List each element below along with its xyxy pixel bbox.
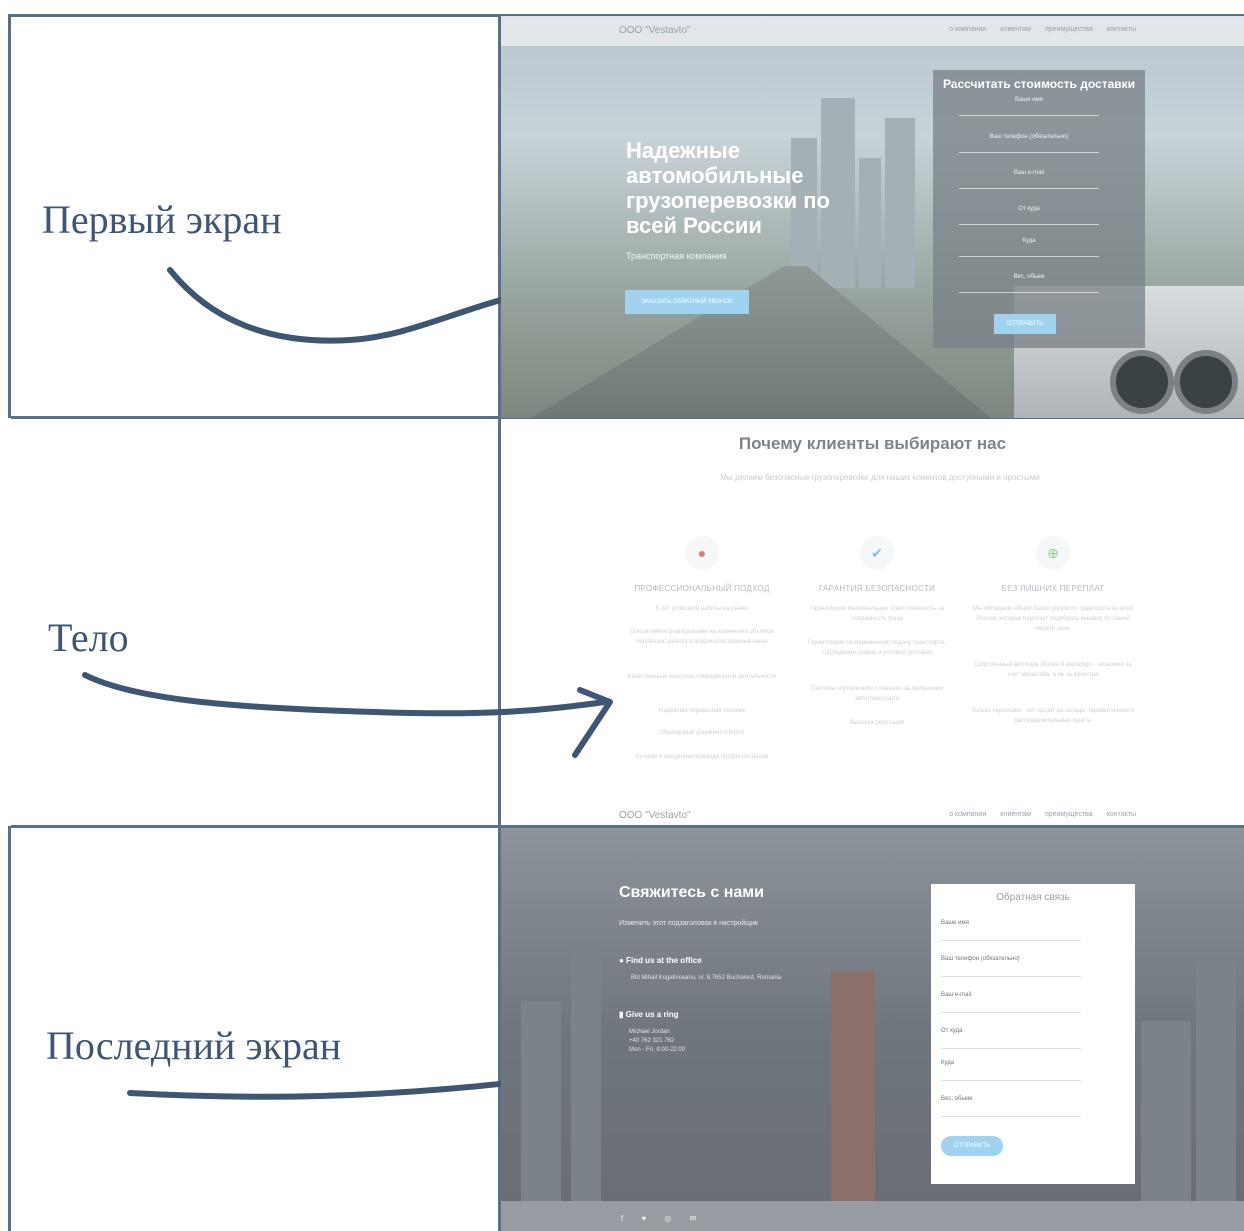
form-title: Рассчитать стоимость доставки [942,77,1136,91]
city-building [831,971,875,1201]
nav-item-about[interactable]: о компании [949,811,986,818]
footer: f ♥ ◎ ✉ [501,1201,1244,1231]
from-field[interactable]: От куда [959,206,1099,225]
phone-field[interactable]: Ваш телефон (обязательно) [959,134,1099,153]
to-field[interactable]: Куда [959,238,1099,257]
label-first-screen: Первый экран [42,197,282,242]
phone-field[interactable]: Ваш телефон (обязательно) [941,956,1081,977]
why-title: Почему клиенты выбирают нас [738,434,1007,453]
feature-line: Гарантируем материальную ответственность… [810,606,944,622]
city-building [1196,961,1236,1201]
contact-phone: +40 762 321 762 [629,1038,675,1044]
from-field[interactable]: От куда [941,1028,1081,1049]
nav-item-advantages[interactable]: преимущества [1045,26,1093,33]
brand-logo[interactable]: ООО "Vestavto" [619,810,691,821]
email-field[interactable]: Ваш e-mail [959,170,1099,189]
nav-menu: о компании клиентам преимущества контакт… [949,811,1136,818]
delivery-cost-form: Рассчитать стоимость доставки Ваше имя В… [933,70,1145,348]
submit-button[interactable]: ОТПРАВИТЬ [994,314,1056,334]
nav-item-contacts[interactable]: контакты [1107,26,1136,33]
feature-line: Гарантируем своевременную подачу транспо… [808,640,946,656]
ring-heading: ▮ Give us a ring [619,1010,679,1019]
name-field[interactable]: Ваше имя [959,97,1099,116]
column-heading: БЕЗ ЛИШНИХ ПЕРЕПЛАТ [1001,584,1105,593]
chat-icon: ● [685,536,719,570]
nav-item-contacts[interactable]: контакты [1107,811,1136,818]
name-field[interactable]: Ваше имя [941,920,1081,941]
to-field[interactable]: Куда [941,1060,1081,1081]
city-building [1141,1021,1191,1201]
nav-item-clients[interactable]: клиентам [1000,26,1031,33]
feature-line: Качественный контроль операционной деяте… [627,674,777,680]
contact-title: Свяжитесь с нами [619,884,764,901]
social-icons[interactable]: f ♥ ◎ ✉ [621,1214,704,1223]
second-navbar: ООО "Vestavto" о компании клиентам преим… [501,806,1244,826]
nav-item-about[interactable]: о компании [949,26,986,33]
feedback-form-title: Обратная связь [996,892,1070,903]
feature-line: Лучшая и преданная команда профессионало… [635,754,769,760]
phone-icon: ▮ [619,1010,624,1019]
frame-left-line-top [8,14,11,419]
nav-item-clients[interactable]: клиентам [1000,811,1031,818]
feedback-submit-button[interactable]: ОТПРАВИТЬ [941,1136,1003,1156]
office-heading: ● Find us at the office [619,956,702,965]
feature-line: Образцовый документооборот [659,730,745,736]
lifebuoy-icon: ⊕ [1036,536,1070,570]
feature-line: Надежная перевозная техника [659,708,745,714]
hero-title: Надежные автомобильные грузоперевозки по… [626,138,830,238]
contact-person: Michael Jordan [629,1029,670,1035]
why-subtitle: Мы делаем безопасные грузоперевозки для … [720,473,1040,482]
arrow-body [82,672,613,758]
label-body: Тело [48,615,129,660]
top-navbar: ООО "Vestavto" о компании клиентам преим… [501,16,1244,46]
office-address: Bld Mihail Kogalniceanu, nr. 8,7652 Buch… [631,975,782,981]
column-heading: ПРОФЕССИОНАЛЬНЫЙ ПОДХОД [634,584,770,593]
contact-hours: Mon - Fri, 8:00-22:00 [629,1047,686,1053]
arrow-first [167,267,538,344]
city-building [521,1001,561,1201]
contact-subtitle: Изменить этот подзаголовок в настройщик [619,920,758,927]
feature-line: Только перевозки - нет затрат на склады,… [971,708,1135,724]
truck-wheel [1174,350,1238,414]
brand-logo[interactable]: ООО "Vestavto" [619,25,691,36]
city-building [571,941,601,1201]
feature-line: Высокая репутация [849,720,905,726]
office-heading-text: Find us at the office [626,956,702,965]
check-icon: ✔ [860,536,894,570]
location-pin-icon: ● [619,956,624,965]
weight-field[interactable]: Вес, обьем [959,274,1099,293]
nav-menu: о компании клиентам преимущества контакт… [949,26,1136,33]
hero-section: ООО "Vestavto" о компании клиентам преим… [501,16,1244,418]
feedback-form: Обратная связь Ваше имя Ваш телефон (обя… [931,884,1135,1184]
ring-heading-text: Give us a ring [625,1010,679,1019]
callback-button[interactable]: ЗАКАЗАТЬ ОБРАТНЫЙ ЗВОНОК [625,290,749,314]
road-image [531,266,991,418]
feature-line: Оперативное реагирование на изменения об… [630,629,774,645]
frame-left-line-middle [8,418,11,826]
column-heading: ГАРАНТИЯ БЕЗОПАСНОСТИ [818,584,936,593]
feature-line: Собственный автопарк (более 8 еврофур) -… [974,662,1132,678]
feature-line: Система спутникового слежения за движени… [810,686,943,702]
email-field[interactable]: Ваш e-mail [941,992,1081,1013]
hero-subtitle: Транспортная компания [626,251,727,261]
contact-section: Свяжитесь с нами Изменить этот подзаголо… [501,828,1244,1231]
skyline-building [885,118,915,288]
truck-wheel [1110,350,1174,414]
feature-line: 5 лет успешной работы на рынке [655,606,749,612]
weight-field[interactable]: Вес, обьем [941,1096,1081,1117]
feature-line: Мы обладаем общей базой грузового трансп… [972,606,1134,632]
nav-item-advantages[interactable]: преимущества [1045,811,1093,818]
frame-left-line-bottom [8,826,11,1231]
